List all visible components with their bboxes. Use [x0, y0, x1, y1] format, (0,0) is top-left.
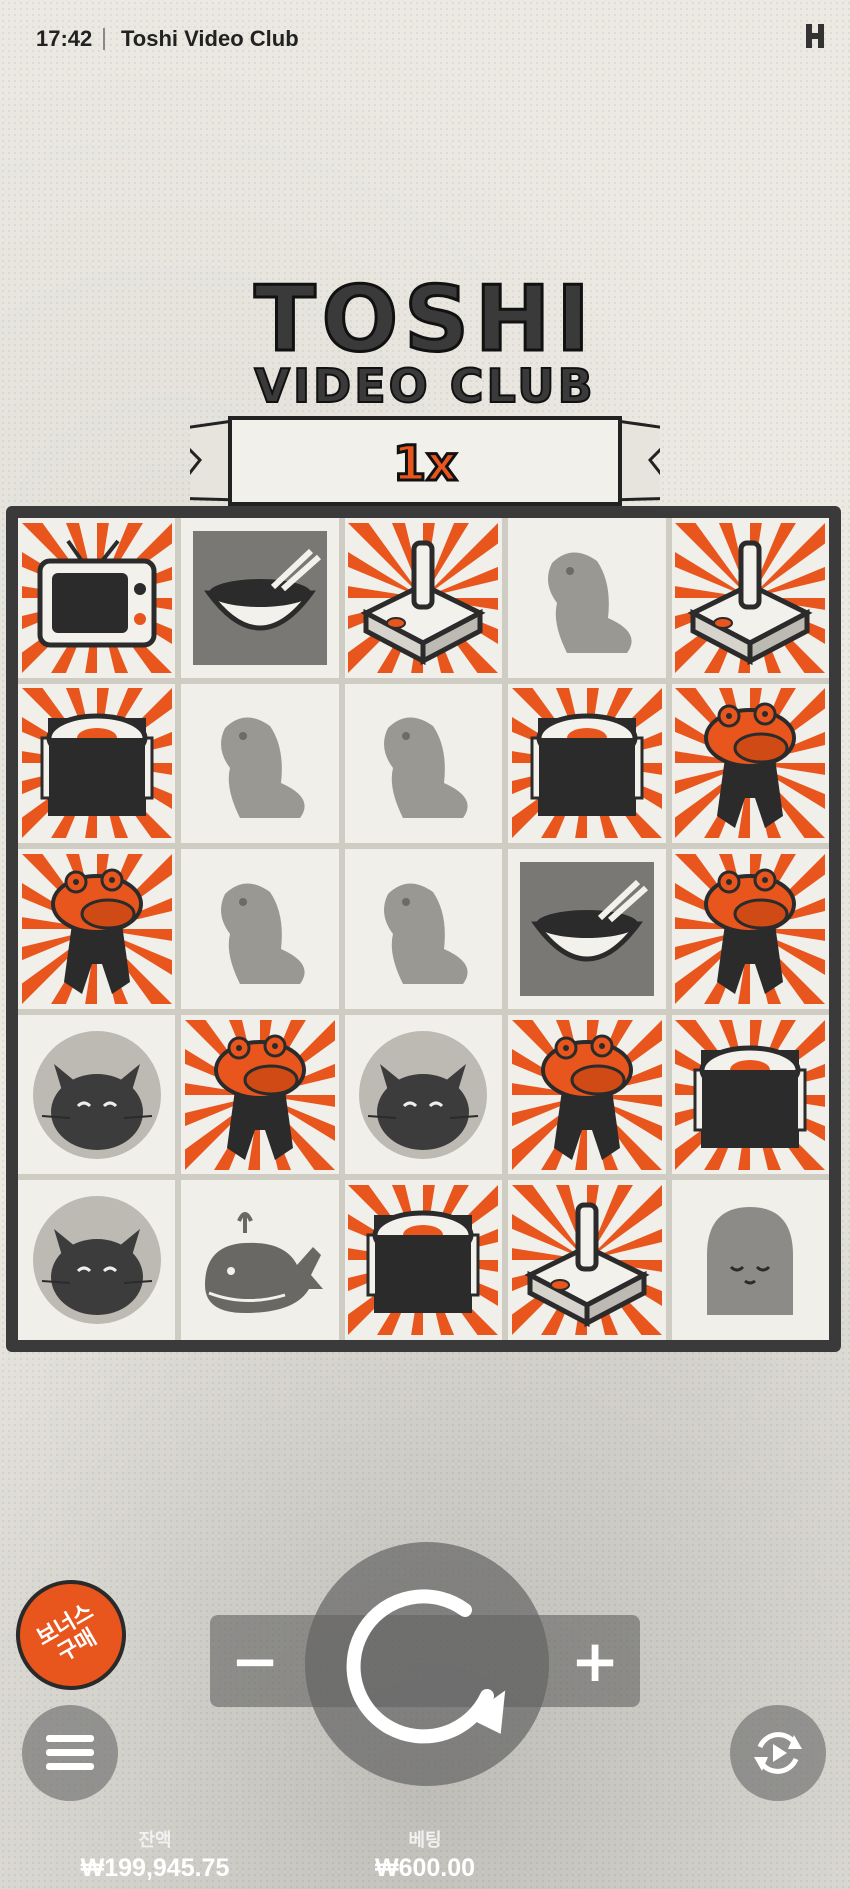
bet-label: 베팅 — [408, 1830, 442, 1850]
reel-cell — [344, 518, 503, 678]
reel-cell — [344, 683, 503, 844]
divider — [103, 28, 105, 50]
reel-cell — [18, 683, 176, 844]
game-logo: TOSHI VIDEO CLUB 1x — [166, 266, 684, 530]
reel-cell — [344, 1014, 503, 1175]
clock: 17:42 — [36, 26, 93, 51]
logo-line2: VIDEO CLUB — [254, 359, 595, 413]
beaver-symbol-icon — [221, 883, 305, 984]
reel-cell — [671, 849, 829, 1009]
cat-symbol-icon — [32, 1030, 161, 1159]
reel-cell — [181, 518, 339, 678]
beaver-symbol-icon — [384, 717, 469, 819]
joystick-symbol-icon — [348, 522, 499, 673]
reel-cell — [181, 683, 339, 844]
minus-icon: − — [230, 1627, 280, 1695]
autoplay-button[interactable] — [730, 1705, 826, 1801]
reel-cell — [671, 683, 829, 844]
reel-cell — [18, 1180, 176, 1340]
sushi-symbol-icon — [675, 1019, 826, 1170]
bowl-symbol-icon — [193, 530, 328, 665]
balance-value: ₩199,945.75 — [80, 1854, 230, 1882]
reel-cell — [344, 849, 503, 1009]
reel-cell — [671, 518, 829, 678]
beaver-symbol-icon — [384, 883, 469, 984]
reel-cell — [508, 1014, 666, 1175]
reel-cell — [671, 1014, 829, 1175]
sushi-symbol-icon — [348, 1185, 499, 1336]
reel-cell — [181, 1014, 339, 1175]
autoplay-icon — [754, 1732, 802, 1774]
sushi-symbol-icon — [511, 688, 662, 839]
reel-cell — [18, 1014, 176, 1175]
menu-button[interactable] — [22, 1705, 118, 1801]
spin-button[interactable] — [305, 1542, 549, 1786]
frog-symbol-icon — [21, 853, 172, 1004]
bonus-buy-button[interactable]: 보너스 구매 — [0, 1559, 147, 1711]
plus-icon: + — [570, 1627, 620, 1695]
frog-symbol-icon — [675, 688, 826, 839]
reel-board — [6, 506, 841, 1352]
reel-cell — [18, 849, 176, 1009]
balance-label: 잔액 — [138, 1830, 172, 1850]
reel-cell — [181, 1180, 339, 1340]
bet-value: ₩600.00 — [374, 1854, 476, 1882]
reel-cell — [181, 849, 339, 1009]
beaver-symbol-icon — [221, 717, 305, 819]
status-bar: 17:42 Toshi Video Club — [0, 0, 850, 80]
reel-cell — [344, 1180, 503, 1340]
hamburger-icon — [46, 1735, 94, 1770]
decrease-bet-button[interactable]: − — [210, 1615, 300, 1707]
logo-line1: TOSHI — [254, 270, 596, 372]
whale-symbol-icon — [205, 1212, 324, 1314]
ghost-symbol-icon — [707, 1207, 794, 1316]
symbol-grid — [18, 518, 829, 1340]
sushi-symbol-icon — [21, 688, 172, 839]
brand-logo-icon — [806, 24, 824, 48]
cat-symbol-icon — [359, 1030, 488, 1159]
spin-icon — [346, 1589, 506, 1744]
reel-cell — [671, 1180, 829, 1340]
beaver-symbol-icon — [547, 552, 632, 653]
balance-display: 잔액 ₩199,945.75 — [60, 1826, 250, 1883]
bowl-symbol-icon — [519, 861, 654, 996]
frog-symbol-icon — [511, 1019, 662, 1170]
bet-display: 베팅 ₩600.00 — [355, 1826, 495, 1883]
frog-symbol-icon — [675, 853, 826, 1004]
reel-cell — [508, 518, 666, 678]
reel-cell — [508, 683, 666, 844]
multiplier: 1x — [393, 436, 457, 492]
cat-symbol-icon — [32, 1196, 161, 1325]
frog-symbol-icon — [185, 1019, 336, 1170]
reel-cell — [508, 849, 666, 1009]
game-title: Toshi Video Club — [121, 26, 299, 51]
joystick-symbol-icon — [511, 1185, 662, 1336]
controls: 보너스 구매 − + 잔액 ₩199,945.75 베팅 ₩600.00 — [0, 1530, 850, 1889]
tv-symbol-icon — [21, 522, 172, 673]
reel-cell — [18, 518, 176, 678]
joystick-symbol-icon — [675, 522, 826, 673]
reel-cell — [508, 1180, 666, 1340]
increase-bet-button[interactable]: + — [550, 1615, 640, 1707]
